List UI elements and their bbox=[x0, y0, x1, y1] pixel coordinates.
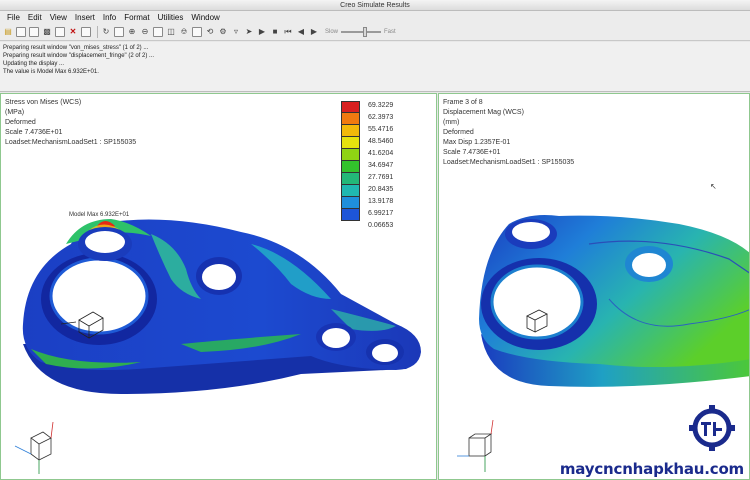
menu-insert[interactable]: Insert bbox=[71, 11, 99, 24]
copy-icon[interactable] bbox=[29, 27, 39, 37]
play-icon[interactable]: ▶ bbox=[257, 27, 267, 37]
window-title: Creo Simulate Results bbox=[0, 0, 750, 11]
menu-window[interactable]: Window bbox=[187, 11, 223, 24]
stress-part-model bbox=[22, 219, 422, 394]
watermark: maycncnhapkhau.com bbox=[559, 405, 744, 478]
menu-file[interactable]: File bbox=[3, 11, 24, 24]
speed-fast-label: Fast bbox=[384, 29, 396, 35]
speed-slider-thumb[interactable] bbox=[363, 27, 368, 37]
message-line: The value is Model Max 6.932E+01. bbox=[3, 69, 99, 75]
step-forward-icon[interactable]: ▶ bbox=[309, 27, 319, 37]
menu-edit[interactable]: Edit bbox=[24, 11, 46, 24]
repaint-icon[interactable] bbox=[114, 27, 124, 37]
filter-icon[interactable]: ▿ bbox=[231, 27, 241, 37]
watermark-logo-icon bbox=[689, 405, 735, 451]
view-triad bbox=[14, 421, 54, 474]
save-icon[interactable] bbox=[16, 27, 26, 37]
speed-slow-label: Slow bbox=[325, 29, 339, 35]
view-icon[interactable] bbox=[153, 27, 163, 37]
watermark-text: maycncnhapkhau.com bbox=[559, 460, 744, 478]
speed-slider[interactable] bbox=[341, 27, 382, 37]
menu-bar: File Edit View Insert Info Format Utilit… bbox=[0, 11, 750, 24]
stop-icon[interactable]: ■ bbox=[270, 27, 280, 37]
refresh-icon[interactable]: ↻ bbox=[101, 27, 111, 37]
menu-utilities[interactable]: Utilities bbox=[154, 11, 188, 24]
zoom-out-icon[interactable]: ⊖ bbox=[140, 27, 150, 37]
step-back-icon[interactable]: ◀ bbox=[296, 27, 306, 37]
message-area: Preparing result window "von_mises_stres… bbox=[0, 42, 750, 92]
open-icon[interactable]: ▤ bbox=[3, 27, 13, 37]
print-icon[interactable]: ▩ bbox=[42, 27, 52, 37]
close-icon[interactable]: ✕ bbox=[68, 27, 78, 37]
message-line: Preparing result window "displacement_fr… bbox=[3, 53, 154, 59]
message-line: Updating the display ... bbox=[3, 61, 65, 67]
toolbar-separator bbox=[97, 26, 98, 38]
zoom-in-icon[interactable]: ⊕ bbox=[127, 27, 137, 37]
animate-icon[interactable]: ➤ bbox=[244, 27, 254, 37]
stress-result-window[interactable]: Stress von Mises (WCS) (MPa) Deformed Sc… bbox=[0, 93, 437, 480]
edit-icon[interactable] bbox=[81, 27, 91, 37]
view-triad bbox=[457, 419, 494, 472]
rewind-icon[interactable]: ⏮ bbox=[283, 27, 293, 37]
window-icon[interactable] bbox=[55, 27, 65, 37]
message-line: Preparing result window "von_mises_stres… bbox=[3, 45, 149, 51]
orient-icon[interactable]: ◫ bbox=[166, 27, 176, 37]
menu-info[interactable]: Info bbox=[99, 11, 120, 24]
datum-icon[interactable]: ⎊ bbox=[179, 27, 189, 37]
display-icon[interactable] bbox=[192, 27, 202, 37]
menu-view[interactable]: View bbox=[46, 11, 71, 24]
settings-icon[interactable]: ⚙ bbox=[218, 27, 228, 37]
toolbar: ▤ ▩ ✕ ↻ ⊕ ⊖ ◫ ⎊ ⟲ ⚙ ▿ ➤ ▶ ■ ⏮ ◀ ▶ Slow F… bbox=[0, 24, 750, 41]
menu-format[interactable]: Format bbox=[120, 11, 153, 24]
spin-icon[interactable]: ⟲ bbox=[205, 27, 215, 37]
